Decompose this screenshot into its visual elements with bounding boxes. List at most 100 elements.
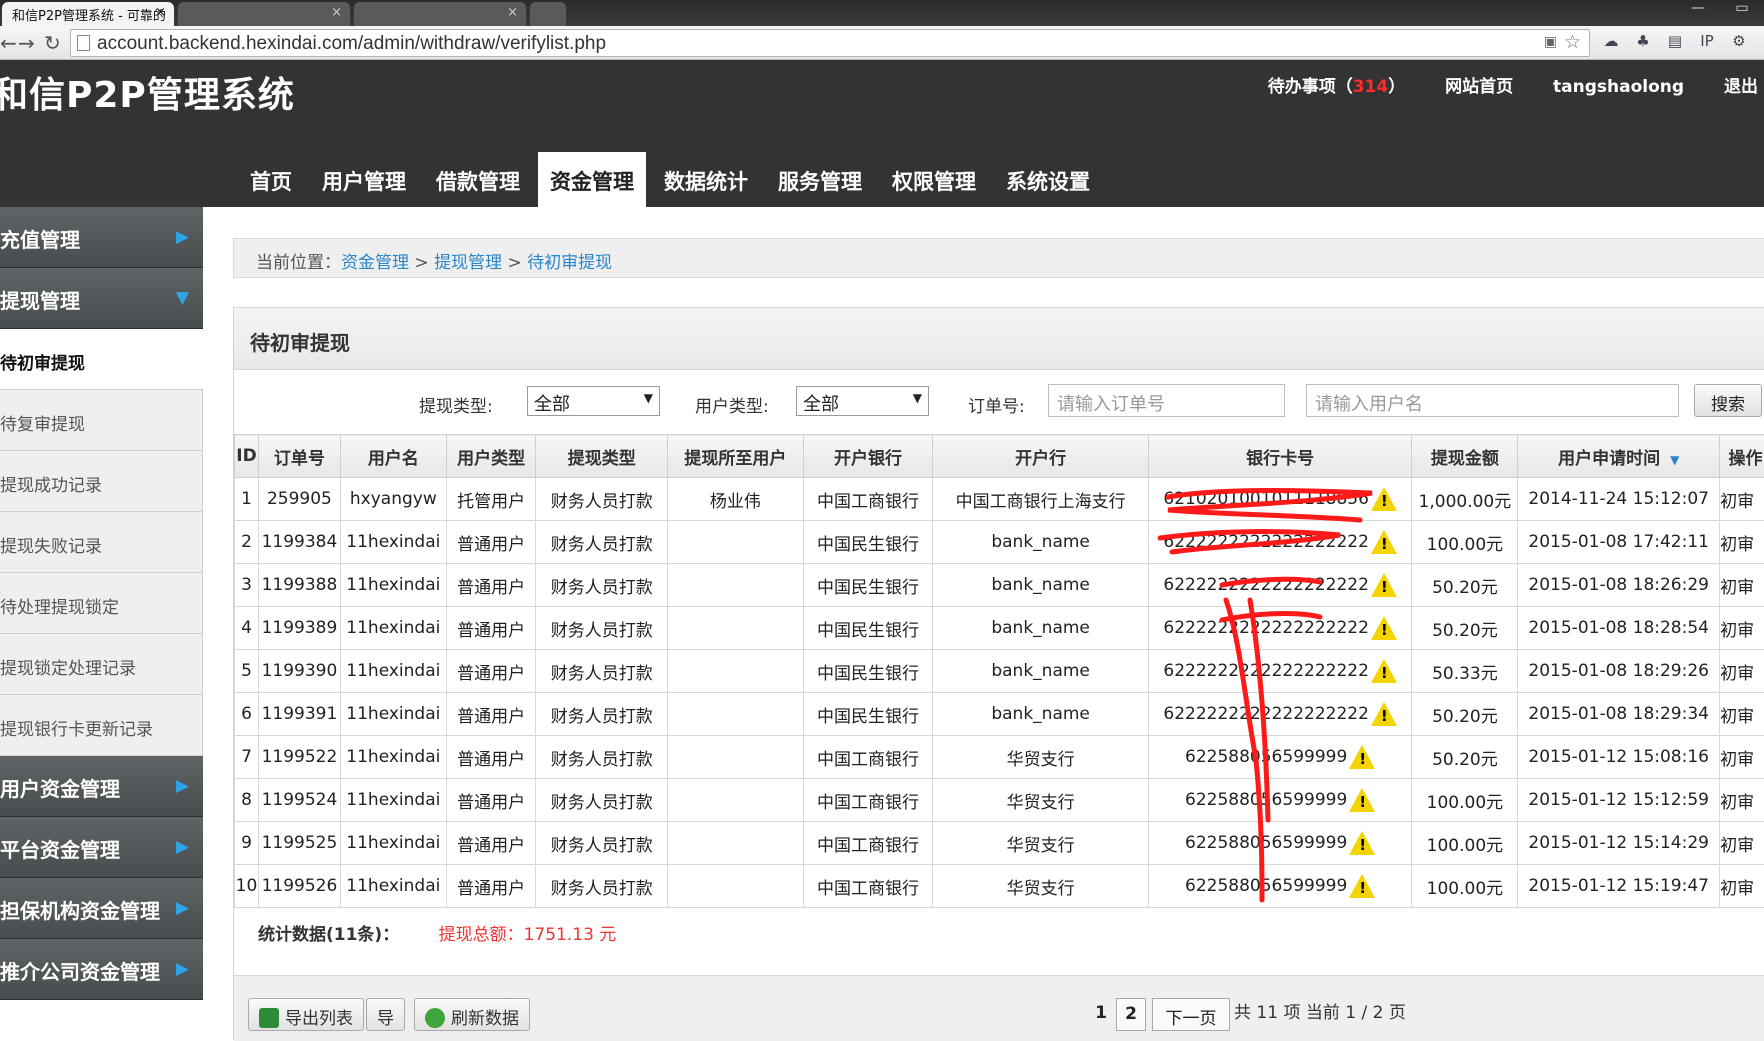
cell-action[interactable]: 初审	[1720, 478, 1764, 521]
sidebar-item-pending-second-review[interactable]: 待复审提现	[0, 390, 203, 451]
col-username: 用户名	[340, 435, 446, 478]
star-icon[interactable]: ☆	[1564, 31, 1581, 54]
home-link[interactable]: 网站首页	[1445, 77, 1513, 97]
page-1[interactable]: 1	[1088, 998, 1114, 1031]
sidebar-section-label: 充值管理	[0, 228, 80, 252]
summary: 统计数据(11条)： 提现总额：1751.13 元	[258, 920, 616, 945]
cell-bank: 中国工商银行	[803, 865, 933, 908]
logout-link[interactable]: 退出	[1724, 77, 1758, 97]
cell-amount: 50.20元	[1412, 736, 1518, 779]
cell-action[interactable]: 初审	[1720, 521, 1764, 564]
address-bar[interactable]: account.backend.hexindai.com/admin/withd…	[70, 29, 1590, 57]
browser-tabstrip: 和信P2P管理系统 - 可靠的 × × × — ▭	[0, 0, 1764, 26]
cell-order: 1199522	[258, 736, 340, 779]
tab-title: 和信P2P管理系统 - 可靠的	[12, 9, 166, 24]
cell-user-type: 普通用户	[446, 607, 536, 650]
cell-username: 11hexindai	[340, 693, 446, 736]
chevron-right-icon: ▶	[176, 898, 189, 918]
sidebar-section-user-funds[interactable]: 用户资金管理 ▶	[0, 756, 203, 817]
breadcrumb-link[interactable]: 待初审提现	[527, 253, 612, 273]
cell-action[interactable]: 初审	[1720, 822, 1764, 865]
sidebar-section-platform-funds[interactable]: 平台资金管理 ▶	[0, 817, 203, 878]
summary-total: 提现总额：1751.13 元	[439, 925, 617, 945]
sidebar-item-card-updates[interactable]: 提现银行卡更新记录	[0, 695, 203, 756]
cell-id: 10	[235, 865, 259, 908]
withdraw-type-select[interactable]: 全部▼	[527, 386, 660, 416]
sort-desc-icon[interactable]: ▼	[1670, 453, 1679, 467]
cell-action[interactable]: 初审	[1720, 865, 1764, 908]
sidebar-section-withdraw[interactable]: 提现管理 ▼	[0, 268, 203, 329]
cell-username: 11hexindai	[340, 779, 446, 822]
sidebar-section-guarantor-funds[interactable]: 担保机构资金管理 ▶	[0, 878, 203, 939]
nav-settings[interactable]: 系统设置	[994, 152, 1102, 207]
sidebar-item-failed-records[interactable]: 提现失败记录	[0, 512, 203, 573]
chevron-right-icon: ▶	[176, 227, 189, 247]
cell-amount: 1,000.00元	[1412, 478, 1518, 521]
close-tab-icon[interactable]: ×	[155, 5, 166, 20]
minimize-icon[interactable]: —	[1676, 0, 1720, 20]
reload-icon[interactable]: ↻	[44, 31, 61, 55]
page-2[interactable]: 2	[1116, 998, 1146, 1031]
nav-home[interactable]: 首页	[238, 152, 304, 207]
username-input[interactable]: 请输入用户名	[1306, 384, 1679, 417]
breadcrumb-link[interactable]: 资金管理	[341, 253, 409, 273]
forward-icon[interactable]: →	[18, 31, 35, 55]
close-tab-icon[interactable]: ×	[507, 5, 518, 20]
warning-icon	[1371, 530, 1397, 554]
cell-time: 2015-01-08 18:29:26	[1518, 650, 1720, 693]
sidebar-section-recharge[interactable]: 充值管理 ▶	[0, 207, 203, 268]
maximize-icon[interactable]: ▭	[1720, 0, 1764, 20]
order-number-input[interactable]: 请输入订单号	[1048, 384, 1285, 417]
extension-icon[interactable]: ☁	[1600, 32, 1622, 54]
cell-bank: 中国民生银行	[803, 521, 933, 564]
export-button[interactable]: 导	[366, 998, 405, 1031]
cell-action[interactable]: 初审	[1720, 650, 1764, 693]
cell-action[interactable]: 初审	[1720, 779, 1764, 822]
browser-tab-active[interactable]: 和信P2P管理系统 - 可靠的 ×	[2, 2, 174, 26]
extension-icon[interactable]: IP	[1696, 32, 1718, 54]
cell-card: 6222222222222222222	[1148, 693, 1412, 736]
todo-link[interactable]: 待办事项（314）	[1268, 77, 1406, 97]
browser-tab[interactable]: ×	[354, 2, 526, 26]
cell-user-type: 托管用户	[446, 478, 536, 521]
summary-label: 统计数据(11条)：	[258, 925, 399, 945]
cell-id: 1	[235, 478, 259, 521]
user-type-select[interactable]: 全部▼	[796, 386, 929, 416]
cell-to-user: 杨业伟	[668, 478, 804, 521]
sidebar-item-lock-records[interactable]: 提现锁定处理记录	[0, 634, 203, 695]
nav-users[interactable]: 用户管理	[310, 152, 418, 207]
cell-id: 3	[235, 564, 259, 607]
sidebar-item-pending-lock[interactable]: 待处理提现锁定	[0, 573, 203, 634]
sidebar-item-pending-first-review[interactable]: 待初审提现	[0, 329, 203, 390]
export-list-button[interactable]: 导出列表	[248, 998, 364, 1031]
username-link[interactable]: tangshaolong	[1553, 77, 1684, 97]
nav-stats[interactable]: 数据统计	[652, 152, 760, 207]
cell-action[interactable]: 初审	[1720, 693, 1764, 736]
back-icon[interactable]: ←	[0, 31, 17, 55]
cell-action[interactable]: 初审	[1720, 564, 1764, 607]
nav-funds[interactable]: 资金管理	[538, 152, 646, 207]
nav-permissions[interactable]: 权限管理	[880, 152, 988, 207]
close-tab-icon[interactable]: ×	[331, 5, 342, 20]
extension-icon[interactable]: ♣	[1632, 32, 1654, 54]
sidebar-item-success-records[interactable]: 提现成功记录	[0, 451, 203, 512]
cell-action[interactable]: 初审	[1720, 607, 1764, 650]
extension-icon[interactable]: ▤	[1664, 32, 1686, 54]
browser-tab[interactable]: ×	[178, 2, 350, 26]
sidebar-section-referrer-funds[interactable]: 推介公司资金管理 ▶	[0, 939, 203, 1000]
breadcrumb-link[interactable]: 提现管理	[434, 253, 502, 273]
new-tab-button[interactable]	[530, 2, 566, 26]
cell-action[interactable]: 初审	[1720, 736, 1764, 779]
cell-withdraw-type: 财务人员打款	[536, 736, 668, 779]
extension-icon[interactable]: ⚙	[1728, 32, 1750, 54]
next-page-button[interactable]: 下一页	[1152, 998, 1230, 1031]
php-icon[interactable]: ▣	[1544, 33, 1557, 50]
search-button[interactable]: 搜索	[1694, 384, 1762, 417]
cell-withdraw-type: 财务人员打款	[536, 822, 668, 865]
nav-services[interactable]: 服务管理	[766, 152, 874, 207]
col-action: 操作	[1720, 435, 1764, 478]
nav-loans[interactable]: 借款管理	[424, 152, 532, 207]
cell-id: 6	[235, 693, 259, 736]
refresh-button[interactable]: 刷新数据	[414, 998, 530, 1031]
col-time[interactable]: 用户申请时间▼	[1518, 435, 1720, 478]
